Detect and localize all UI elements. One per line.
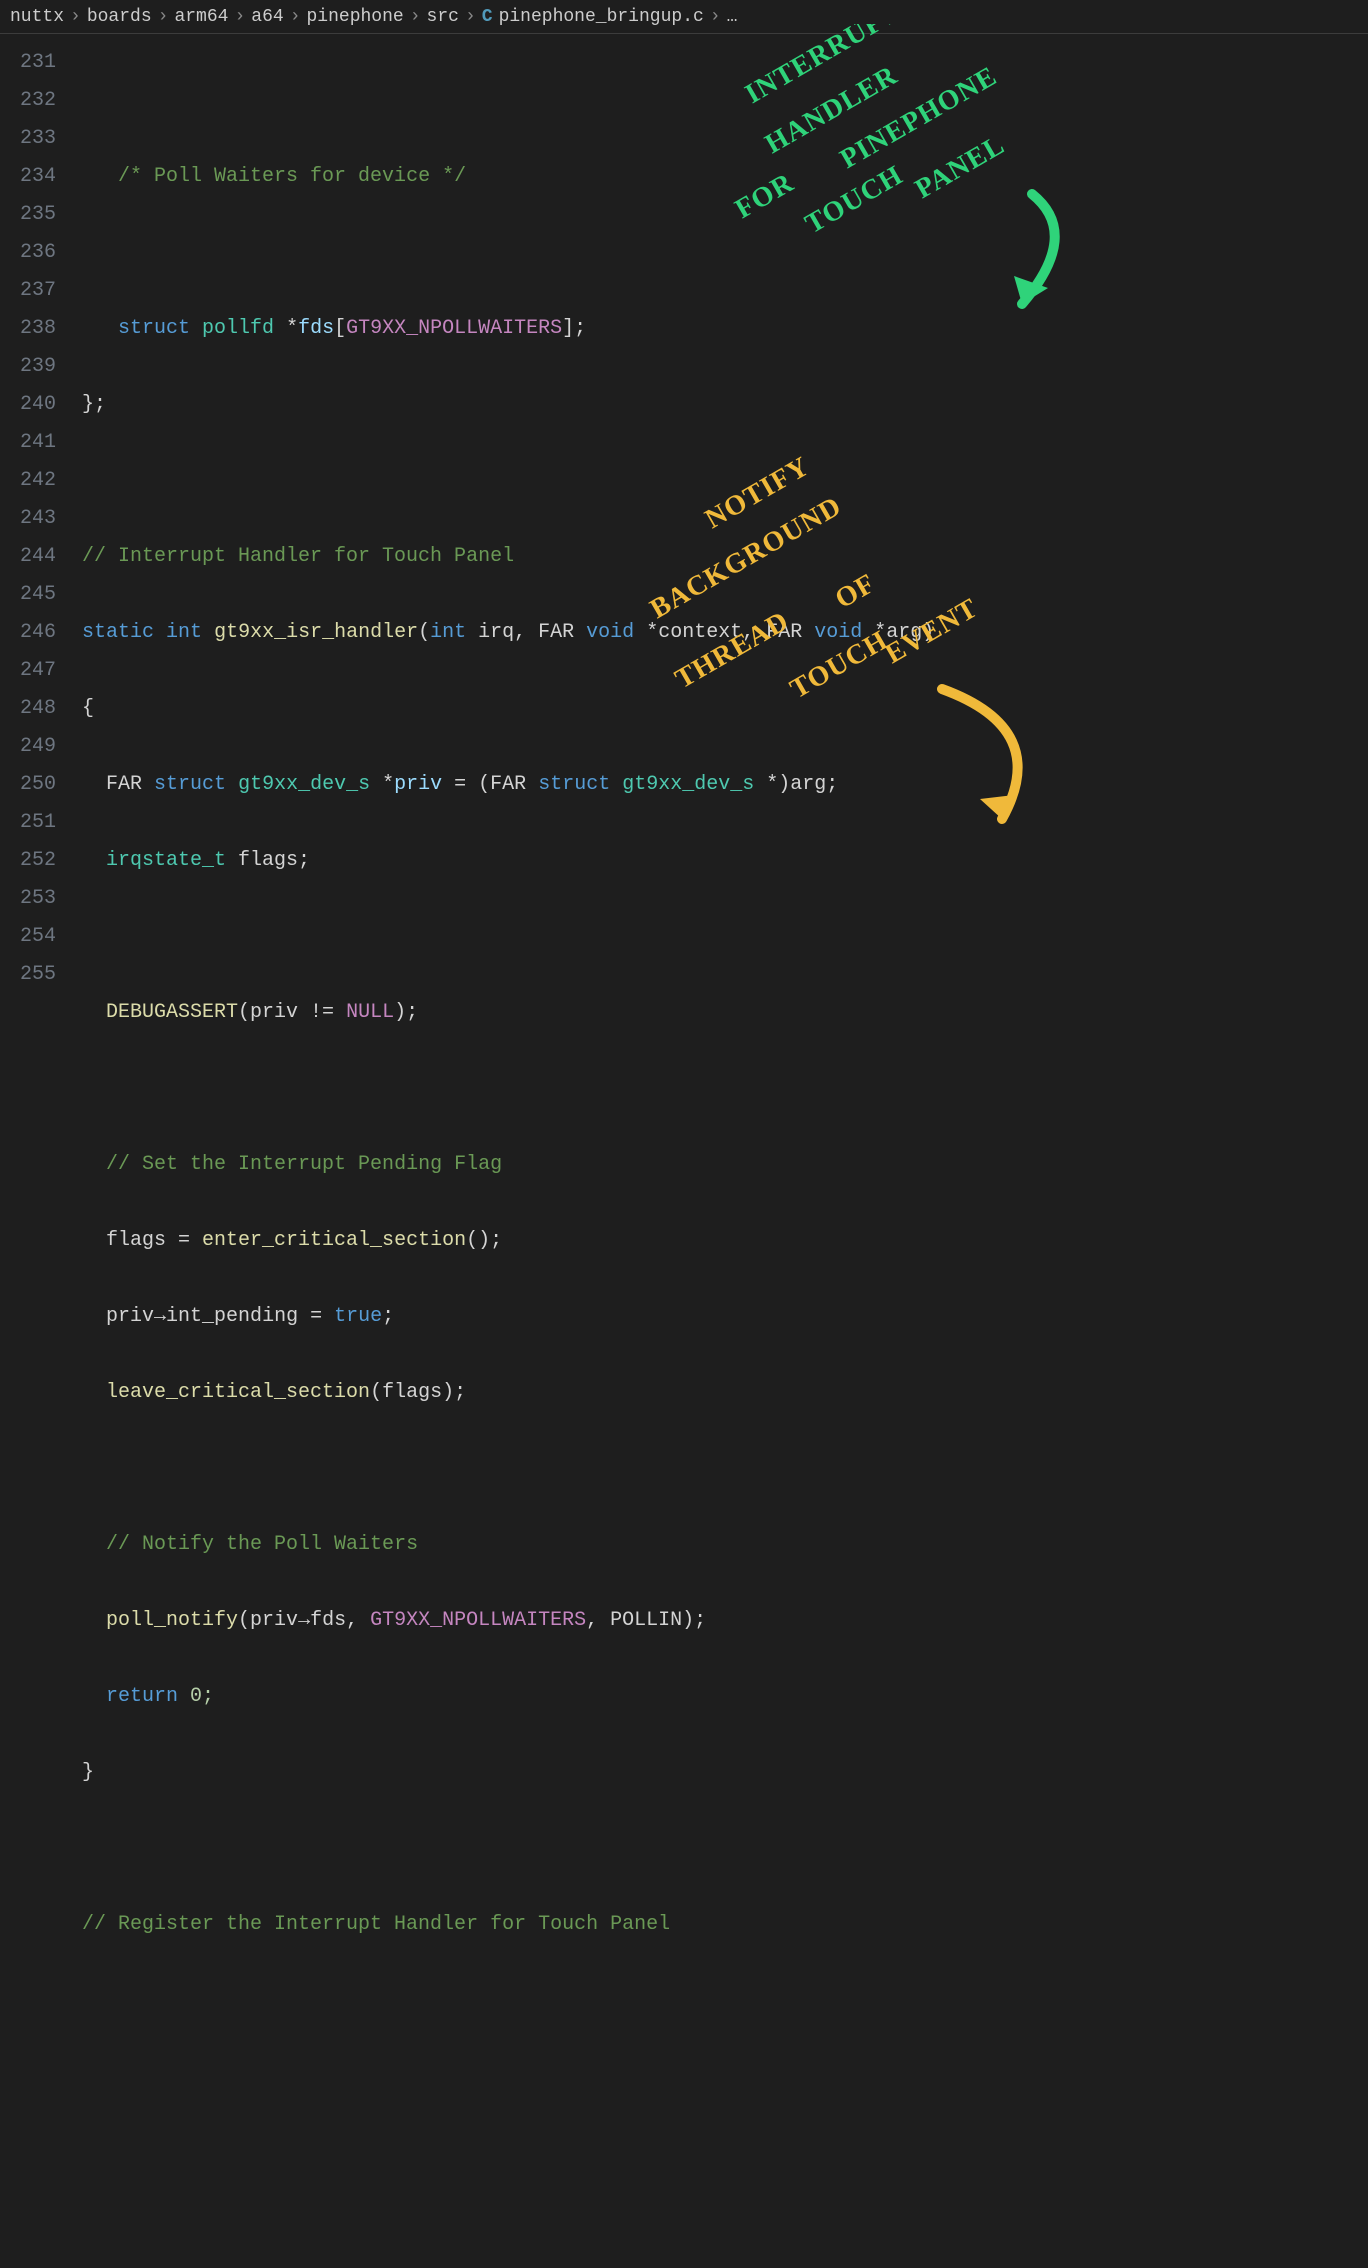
code-line[interactable]: // Notify the Poll Waiters [82,1526,1368,1564]
line-number: 247 [0,652,56,690]
code-line[interactable]: flags = enter_critical_section(); [82,1222,1368,1260]
macro: GT9XX_NPOLLWAITERS [346,317,562,340]
code-line[interactable] [82,1830,1368,1868]
line-number: 236 [0,234,56,272]
code-line[interactable]: FAR struct gt9xx_dev_s *priv = (FAR stru… [82,766,1368,804]
type-name: pollfd [202,317,274,340]
code-line[interactable] [82,1070,1368,1108]
line-number: 233 [0,120,56,158]
breadcrumb-item[interactable]: pinephone [307,7,404,27]
code-line[interactable]: poll_notify(priv→fds, GT9XX_NPOLLWAITERS… [82,1602,1368,1640]
keyword-static: static [82,621,154,644]
code-line[interactable]: return 0; [82,1678,1368,1716]
line-number: 234 [0,158,56,196]
line-number: 252 [0,842,56,880]
line-number: 245 [0,576,56,614]
code-line[interactable]: leave_critical_section(flags); [82,1374,1368,1412]
comment: /* Poll Waiters for device */ [118,165,466,188]
line-number: 237 [0,272,56,310]
line-number: 246 [0,614,56,652]
code-line[interactable]: { [82,690,1368,728]
variable: fds [298,317,334,340]
line-number: 251 [0,804,56,842]
comment: // Interrupt Handler for Touch Panel [82,545,514,568]
code-area[interactable]: /* Poll Waiters for device */ struct pol… [82,34,1368,1134]
line-number: 244 [0,538,56,576]
breadcrumb-trailing[interactable]: … [727,7,738,27]
code-line[interactable]: } [82,1754,1368,1792]
line-number: 250 [0,766,56,804]
line-number: 249 [0,728,56,766]
chevron-right-icon: › [465,7,476,27]
chevron-right-icon: › [70,7,81,27]
comment: // Set the Interrupt Pending Flag [106,1153,502,1176]
breadcrumb-item[interactable]: src [427,7,459,27]
line-number-gutter: 2312322332342352362372382392402412422432… [0,34,82,1134]
code-line[interactable]: // Set the Interrupt Pending Flag [82,1146,1368,1184]
function-name: gt9xx_isr_handler [214,621,418,644]
line-number: 240 [0,386,56,424]
line-number: 231 [0,44,56,82]
line-number: 253 [0,880,56,918]
code-line[interactable] [82,1450,1368,1488]
line-number: 242 [0,462,56,500]
breadcrumb-item[interactable]: a64 [251,7,283,27]
keyword-struct: struct [118,317,190,340]
code-line[interactable]: // Interrupt Handler for Touch Panel [82,538,1368,576]
line-number: 243 [0,500,56,538]
line-number: 241 [0,424,56,462]
code-line[interactable]: priv→int_pending = true; [82,1298,1368,1336]
line-number: 255 [0,956,56,994]
keyword-int: int [166,621,202,644]
comment: // Register the Interrupt Handler for To… [82,1913,670,1936]
code-line[interactable]: irqstate_t flags; [82,842,1368,880]
code-line[interactable] [82,82,1368,120]
chevron-right-icon: › [710,7,721,27]
breadcrumb-item[interactable]: boards [87,7,152,27]
breadcrumb-item[interactable]: arm64 [174,7,228,27]
code-editor[interactable]: 2312322332342352362372382392402412422432… [0,34,1368,1134]
comment: // Notify the Poll Waiters [106,1533,418,1556]
chevron-right-icon: › [234,7,245,27]
code-line[interactable] [82,462,1368,500]
code-line[interactable]: DEBUGASSERT(priv != NULL); [82,994,1368,1032]
breadcrumb-file[interactable]: pinephone_bringup.c [499,7,704,27]
chevron-right-icon: › [410,7,421,27]
breadcrumb-item[interactable]: nuttx [10,7,64,27]
code-line[interactable]: /* Poll Waiters for device */ [82,158,1368,196]
line-number: 254 [0,918,56,956]
code-line[interactable]: static int gt9xx_isr_handler(int irq, FA… [82,614,1368,652]
line-number: 248 [0,690,56,728]
code-line[interactable]: }; [82,386,1368,424]
line-number: 232 [0,82,56,120]
code-line[interactable]: // Register the Interrupt Handler for To… [82,1906,1368,1944]
line-number: 238 [0,310,56,348]
code-line[interactable] [82,918,1368,956]
code-line[interactable]: struct pollfd *fds[GT9XX_NPOLLWAITERS]; [82,310,1368,348]
line-number: 239 [0,348,56,386]
code-line[interactable] [82,234,1368,272]
chevron-right-icon: › [158,7,169,27]
line-number: 235 [0,196,56,234]
chevron-right-icon: › [290,7,301,27]
c-file-icon: C [482,7,493,27]
breadcrumb[interactable]: nuttx› boards› arm64› a64› pinephone› sr… [0,0,1368,34]
